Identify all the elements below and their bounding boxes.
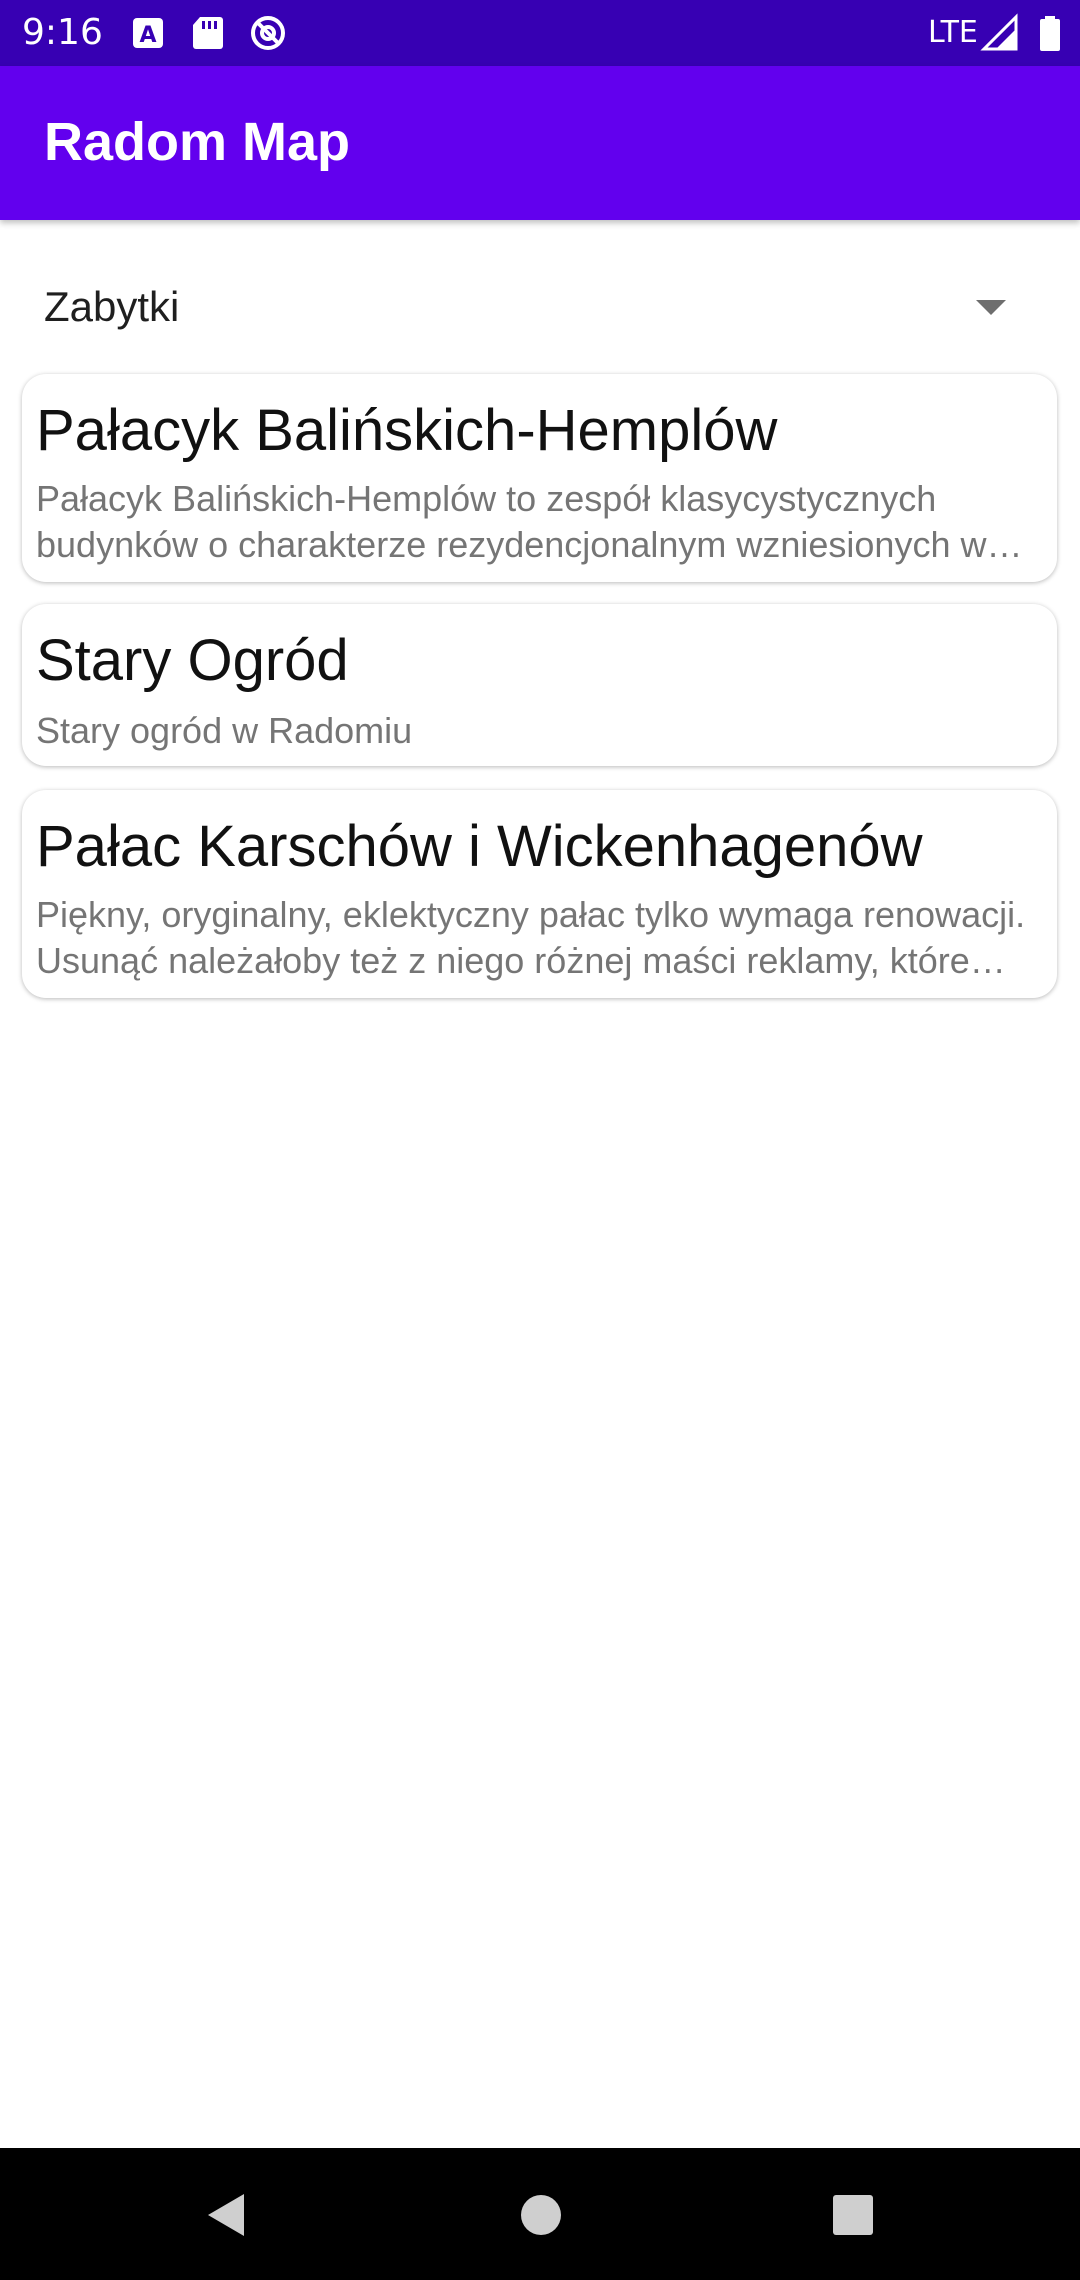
back-icon[interactable]: [200, 2190, 250, 2240]
home-icon[interactable]: [516, 2190, 566, 2240]
a-notification-icon: A: [133, 18, 163, 48]
place-card[interactable]: Pałacyk Balińskich-Hemplów Pałacyk Baliń…: [22, 374, 1057, 582]
status-bar: 9:16 A LTE: [0, 0, 1080, 66]
place-card-description: Piękny, oryginalny, eklektyczny pałac ty…: [36, 894, 1026, 981]
category-spinner-value: Zabytki: [44, 283, 180, 330]
status-time: 9:16: [22, 12, 103, 53]
place-card-title: Pałac Karschów i Wickenhagenów: [36, 814, 923, 879]
category-spinner[interactable]: Zabytki: [0, 262, 1080, 352]
app-bar: Radom Map: [0, 66, 1080, 220]
no-disturb-icon: [251, 16, 285, 50]
place-card-description: Stary ogród w Radomiu: [36, 710, 413, 751]
place-card-title: Stary Ogród: [36, 628, 349, 693]
svg-text:A: A: [139, 23, 156, 48]
signal-icon: [980, 13, 1018, 51]
dropdown-arrow-icon: [976, 300, 1006, 315]
place-card-description: Pałacyk Balińskich-Hemplów to zespół kla…: [36, 478, 987, 565]
recents-icon[interactable]: [828, 2190, 878, 2240]
sd-card-icon: [193, 17, 223, 49]
battery-icon: [1040, 16, 1060, 51]
app-title: Radom Map: [44, 112, 351, 172]
place-card[interactable]: Pałac Karschów i Wickenhagenów Piękny, o…: [22, 790, 1057, 998]
place-card[interactable]: Stary Ogród Stary ogród w Radomiu: [22, 604, 1057, 766]
place-card-title: Pałacyk Balińskich-Hemplów: [36, 398, 778, 463]
navigation-bar: [0, 2148, 1080, 2280]
network-type-label: LTE: [928, 15, 978, 50]
